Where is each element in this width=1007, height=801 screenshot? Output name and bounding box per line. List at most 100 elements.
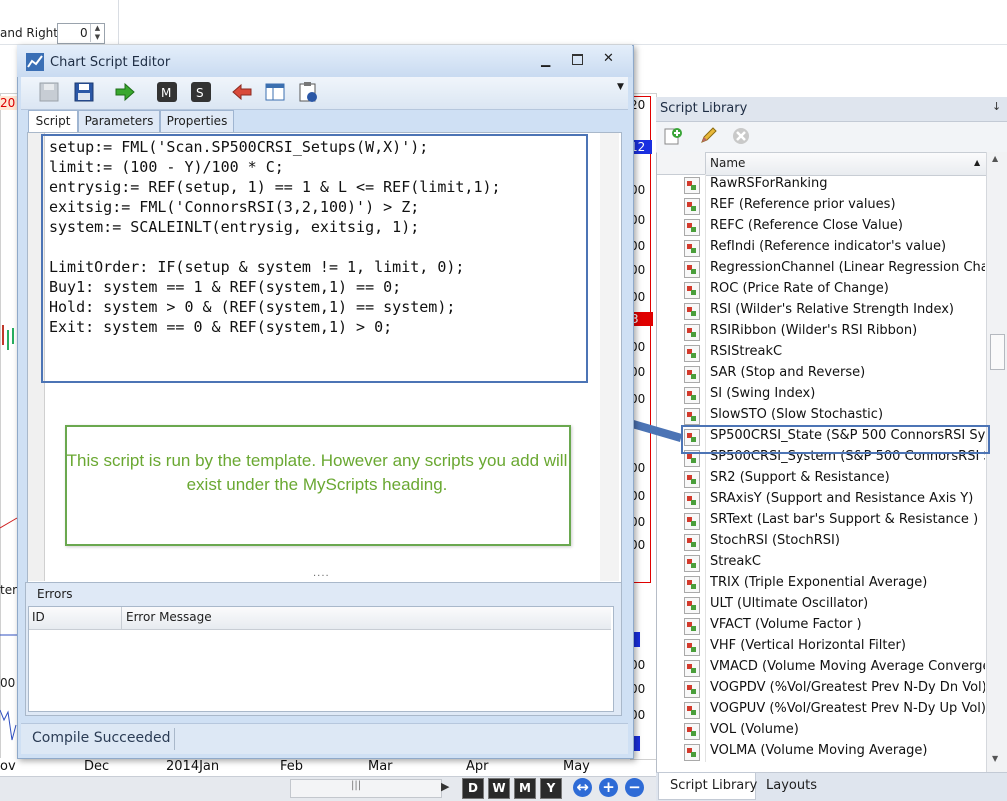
- library-list-item[interactable]: TRIX (Triple Exponential Average): [657, 573, 985, 594]
- period-daily-button[interactable]: D: [462, 778, 484, 799]
- library-vertical-scrollbar[interactable]: ▲ ▼: [986, 152, 1007, 777]
- period-monthly-button[interactable]: M: [514, 778, 536, 799]
- library-item-label: StreakC: [710, 554, 761, 569]
- scroll-both-icon[interactable]: ↔: [573, 778, 592, 797]
- tab-layouts[interactable]: Layouts: [766, 778, 817, 793]
- tab-properties[interactable]: Properties: [160, 110, 234, 133]
- row-divider: [705, 300, 706, 321]
- library-list-item[interactable]: VOL (Volume): [657, 720, 985, 741]
- run-forward-icon[interactable]: [114, 81, 136, 103]
- library-list-item[interactable]: VOGPDV (%Vol/Greatest Prev N-Dy Dn Vol): [657, 678, 985, 699]
- library-list-item[interactable]: ULT (Ultimate Oscillator): [657, 594, 985, 615]
- library-scroll-thumb[interactable]: [990, 334, 1005, 370]
- scroll-down-icon[interactable]: ▼: [992, 754, 998, 763]
- library-list-item[interactable]: VHF (Vertical Horizontal Filter): [657, 636, 985, 657]
- scroll-up-icon[interactable]: ▲: [992, 154, 998, 163]
- library-list-item[interactable]: ROC (Price Rate of Change): [657, 279, 985, 300]
- library-list-item[interactable]: RSI (Wilder's Relative Strength Index): [657, 300, 985, 321]
- library-list-item[interactable]: SAR (Stop and Reverse): [657, 363, 985, 384]
- tab-script[interactable]: Script: [28, 110, 78, 133]
- clipboard-icon[interactable]: [297, 81, 319, 103]
- name-column-label: Name: [710, 156, 746, 170]
- library-item-label: SRText (Last bar's Support & Resistance …: [710, 512, 979, 527]
- errors-col-message[interactable]: Error Message: [126, 610, 212, 624]
- tab-script-library[interactable]: Script Library: [658, 773, 757, 800]
- library-list-item[interactable]: StreakC: [657, 552, 985, 573]
- library-list-item[interactable]: SlowSTO (Slow Stochastic): [657, 405, 985, 426]
- script-icon: [684, 723, 700, 740]
- script-icon: [684, 492, 700, 509]
- zoom-in-icon[interactable]: +: [599, 778, 618, 797]
- zoom-out-icon[interactable]: −: [625, 778, 644, 797]
- spinner-arrows-icon[interactable]: ▲ ▼: [90, 24, 104, 42]
- undo-red-icon[interactable]: [231, 81, 253, 103]
- library-list-item[interactable]: StochRSI (StochRSI): [657, 531, 985, 552]
- script-library-title: Script Library: [660, 101, 748, 116]
- library-item-label: VOGPDV (%Vol/Greatest Prev N-Dy Dn Vol): [710, 680, 985, 695]
- library-item-label: VFACT (Volume Factor ): [710, 617, 862, 632]
- close-icon[interactable]: ✕: [603, 51, 614, 66]
- library-item-label: VHF (Vertical Horizontal Filter): [710, 638, 906, 653]
- library-item-label: SlowSTO (Slow Stochastic): [710, 407, 884, 422]
- library-list-item[interactable]: RegressionChannel (Linear Regression Cha…: [657, 258, 985, 279]
- delete-script-icon[interactable]: [731, 126, 751, 146]
- toolbar-overflow-icon[interactable]: ▼: [617, 82, 624, 92]
- library-item-label: TRIX (Triple Exponential Average): [710, 575, 928, 590]
- script-icon: [684, 345, 700, 362]
- script-icon: [684, 177, 700, 194]
- code-vertical-scrollbar[interactable]: [600, 133, 619, 581]
- library-item-label: VMACD (Volume Moving Average Convergenc.…: [710, 659, 985, 674]
- tab-parameters[interactable]: Parameters: [78, 110, 160, 133]
- library-list-item[interactable]: RawRSForRanking: [657, 174, 985, 195]
- library-list-item[interactable]: RefIndi (Reference indicator's value): [657, 237, 985, 258]
- library-list-item[interactable]: VOLMA (Volume Moving Average): [657, 741, 985, 762]
- library-list-item[interactable]: REF (Reference prior values): [657, 195, 985, 216]
- period-weekly-button[interactable]: W: [488, 778, 510, 799]
- editor-app-icon: [26, 53, 44, 71]
- library-list-item[interactable]: REFC (Reference Close Value): [657, 216, 985, 237]
- library-list-item[interactable]: SI (Swing Index): [657, 384, 985, 405]
- library-list-item[interactable]: VMACD (Volume Moving Average Convergenc.…: [657, 657, 985, 678]
- library-list-item[interactable]: RSIStreakC: [657, 342, 985, 363]
- row-divider: [705, 657, 706, 678]
- library-item-label: ULT (Ultimate Oscillator): [710, 596, 869, 611]
- edit-script-icon[interactable]: [698, 126, 718, 146]
- window-layout-icon[interactable]: [264, 81, 286, 103]
- row-divider: [705, 594, 706, 615]
- library-list-item[interactable]: VOGPUV (%Vol/Greatest Prev N-Dy Up Vol): [657, 699, 985, 720]
- chart-horizontal-scrollbar[interactable]: |||: [290, 779, 442, 798]
- maximize-icon[interactable]: [572, 54, 583, 65]
- save-icon[interactable]: [73, 81, 95, 103]
- library-item-label: RSIRibbon (Wilder's RSI Ribbon): [710, 323, 918, 338]
- library-item-label: RSIStreakC: [710, 344, 783, 359]
- left-right-label: and Right: [0, 26, 58, 40]
- scroll-right-arrow-icon[interactable]: ▶: [441, 780, 449, 793]
- errors-col-id[interactable]: ID: [32, 610, 45, 624]
- row-divider: [705, 195, 706, 216]
- open-icon[interactable]: [38, 81, 60, 103]
- function-library-icon[interactable]: M: [156, 81, 178, 103]
- period-yearly-button[interactable]: Y: [540, 778, 562, 799]
- library-list-item[interactable]: SR2 (Support & Resistance): [657, 468, 985, 489]
- pin-icon[interactable]: ↓: [992, 100, 1001, 113]
- library-item-label: RegressionChannel (Linear Regression Cha…: [710, 260, 985, 275]
- row-divider: [705, 531, 706, 552]
- library-column-header[interactable]: Name ▲: [705, 152, 987, 176]
- library-list-item[interactable]: SRAxisY (Support and Resistance Axis Y): [657, 489, 985, 510]
- insert-script-icon[interactable]: S: [190, 81, 212, 103]
- splitter-grip[interactable]: ....: [313, 568, 330, 579]
- date-label: May: [563, 759, 590, 774]
- row-divider: [705, 741, 706, 762]
- library-list-item[interactable]: SRText (Last bar's Support & Resistance …: [657, 510, 985, 531]
- minimize-icon[interactable]: ▁: [541, 53, 550, 67]
- new-script-icon[interactable]: [663, 126, 683, 146]
- editor-titlebar[interactable]: Chart Script Editor ▁ ✕: [17, 45, 632, 77]
- script-icon: [684, 261, 700, 278]
- library-list-item[interactable]: RSIRibbon (Wilder's RSI Ribbon): [657, 321, 985, 342]
- script-icon: [684, 555, 700, 572]
- library-list-item[interactable]: VFACT (Volume Factor ): [657, 615, 985, 636]
- editor-status-bar: Compile Succeeded: [21, 723, 628, 754]
- library-item-label: RSI (Wilder's Relative Strength Index): [710, 302, 954, 317]
- left-right-spinner[interactable]: 0 ▲ ▼: [57, 23, 105, 44]
- row-divider: [705, 174, 706, 195]
